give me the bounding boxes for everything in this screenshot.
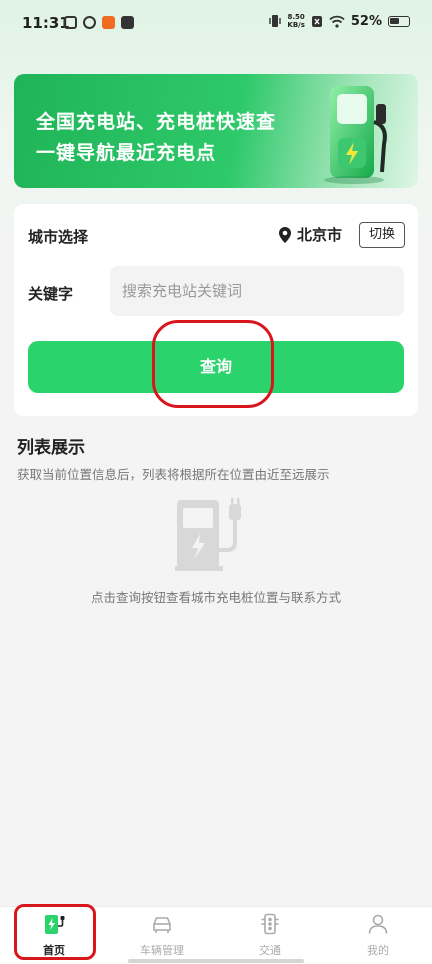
- tab-home-label: 首页: [43, 944, 65, 957]
- wifi-icon: [329, 15, 345, 28]
- query-button[interactable]: 查询: [28, 341, 404, 393]
- status-bar: 11:31 8.50 KB/s 52%: [0, 0, 432, 48]
- switch-city-button[interactable]: 切换: [359, 222, 405, 248]
- car-icon: [153, 917, 171, 933]
- notification-icon: [64, 16, 77, 29]
- user-icon: [368, 914, 388, 934]
- list-section-title: 列表展示: [17, 438, 85, 458]
- traffic-light-icon: [261, 913, 279, 935]
- app-notification-icon: [83, 16, 96, 29]
- city-select-label: 城市选择: [28, 228, 89, 246]
- tab-vehicle-label: 车辆管理: [140, 944, 184, 957]
- empty-state-text: 点击查询按钮查看城市充电桩位置与联系方式: [90, 590, 341, 605]
- net-speed-value: 8.50: [287, 13, 305, 21]
- tab-vehicle-management[interactable]: 车辆管理: [108, 907, 216, 964]
- city-value: 北京市: [296, 226, 342, 244]
- location-pin-icon: [278, 226, 291, 243]
- sim-icon: [311, 15, 322, 27]
- banner-headline: 全国充电站、充电桩快速查: [36, 111, 277, 133]
- banner-subline: 一键导航最近充电点: [36, 142, 217, 164]
- tab-home[interactable]: 首页: [0, 907, 108, 964]
- battery-icon: [388, 15, 410, 27]
- status-right: 8.50 KB/s 52%: [269, 13, 410, 29]
- vibrate-icon: [269, 15, 282, 27]
- message-icon: [121, 16, 134, 29]
- charger-illustration-icon: [324, 86, 387, 184]
- promo-banner[interactable]: 全国充电站、充电桩快速查 一键导航最近充电点: [14, 74, 418, 188]
- net-speed: 8.50 KB/s: [287, 13, 304, 29]
- keyword-label: 关键字: [28, 285, 74, 303]
- list-section-description: 获取当前位置信息后，列表将根据所在位置由近至远展示: [17, 467, 330, 482]
- notification-icons: [64, 16, 134, 29]
- tab-mine-label: 我的: [367, 944, 389, 957]
- tab-mine[interactable]: 我的: [324, 907, 432, 964]
- charging-station-icon: [45, 915, 65, 934]
- search-card: 城市选择 北京市 切换 关键字 查询: [14, 204, 418, 416]
- keyword-search-input[interactable]: [110, 266, 404, 316]
- home-indicator[interactable]: [128, 959, 304, 963]
- empty-charger-icon: [175, 498, 241, 571]
- app-badge-icon: [102, 16, 115, 29]
- tab-traffic[interactable]: 交通: [216, 907, 324, 964]
- current-city: 北京市: [278, 224, 342, 245]
- net-speed-unit: KB/s: [287, 21, 305, 29]
- tab-traffic-label: 交通: [259, 944, 281, 957]
- battery-percent: 52%: [350, 13, 382, 29]
- status-time: 11:31: [22, 14, 70, 32]
- bottom-tab-bar: 首页 车辆管理 交通 我的: [0, 906, 432, 964]
